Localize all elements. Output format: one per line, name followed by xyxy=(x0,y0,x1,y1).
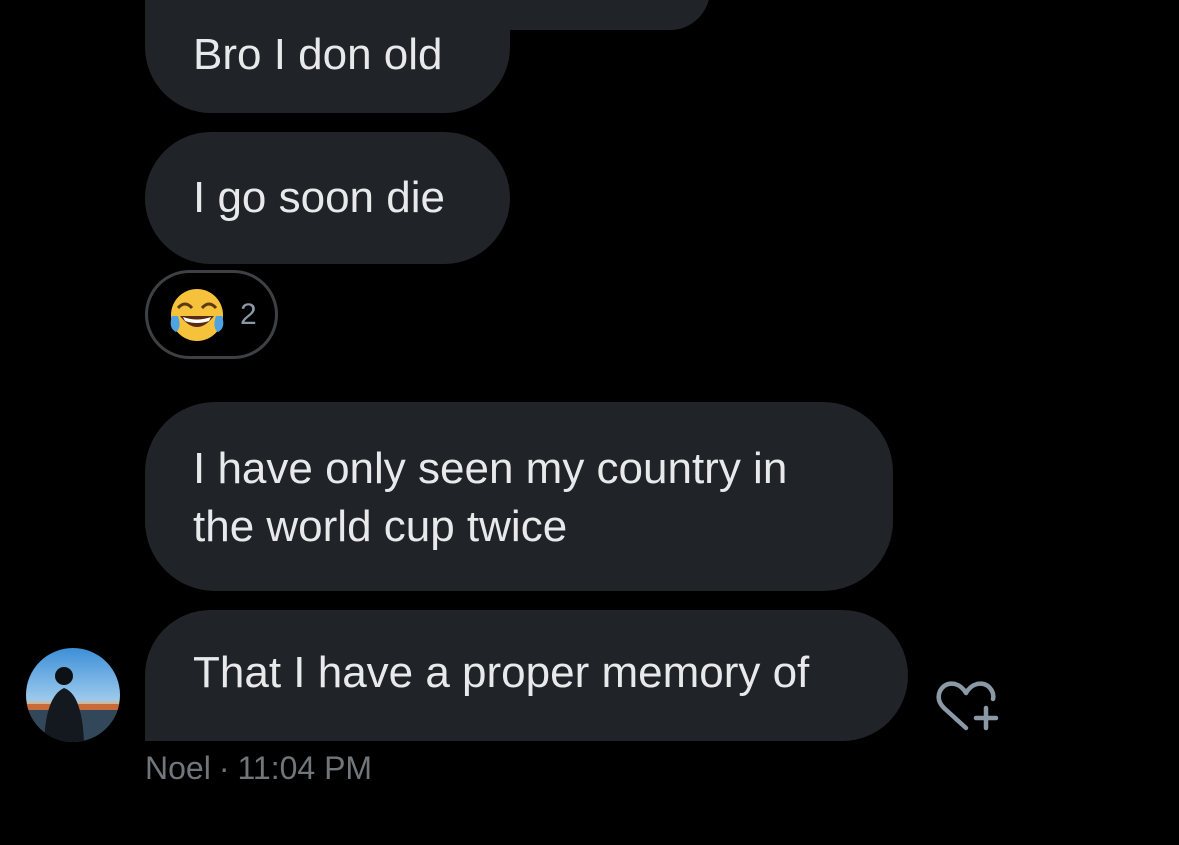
message-timestamp: 11:04 PM xyxy=(237,750,373,786)
message-bubble[interactable]: Bro I don old xyxy=(145,0,510,113)
laughing-crying-emoji-icon xyxy=(168,286,226,344)
message-text: I go soon die xyxy=(193,173,445,222)
reaction-count: 2 xyxy=(240,297,257,331)
message-text: Bro I don old xyxy=(193,29,443,79)
message-bubble[interactable]: That I have a proper memory of xyxy=(145,610,908,741)
message-meta: Noel · 11:04 PM xyxy=(145,750,372,787)
reaction-badge[interactable]: 2 xyxy=(145,270,278,359)
meta-separator: · xyxy=(218,750,230,786)
message-text: I have only seen my country in the world… xyxy=(193,443,788,551)
avatar[interactable] xyxy=(26,648,120,742)
message-text: That I have a proper memory of xyxy=(193,647,810,697)
message-bubble[interactable]: I have only seen my country in the world… xyxy=(145,402,893,591)
message-bubble[interactable]: I go soon die xyxy=(145,132,510,264)
sender-name[interactable]: Noel xyxy=(145,750,211,787)
add-reaction-heart-icon[interactable] xyxy=(934,678,1004,734)
